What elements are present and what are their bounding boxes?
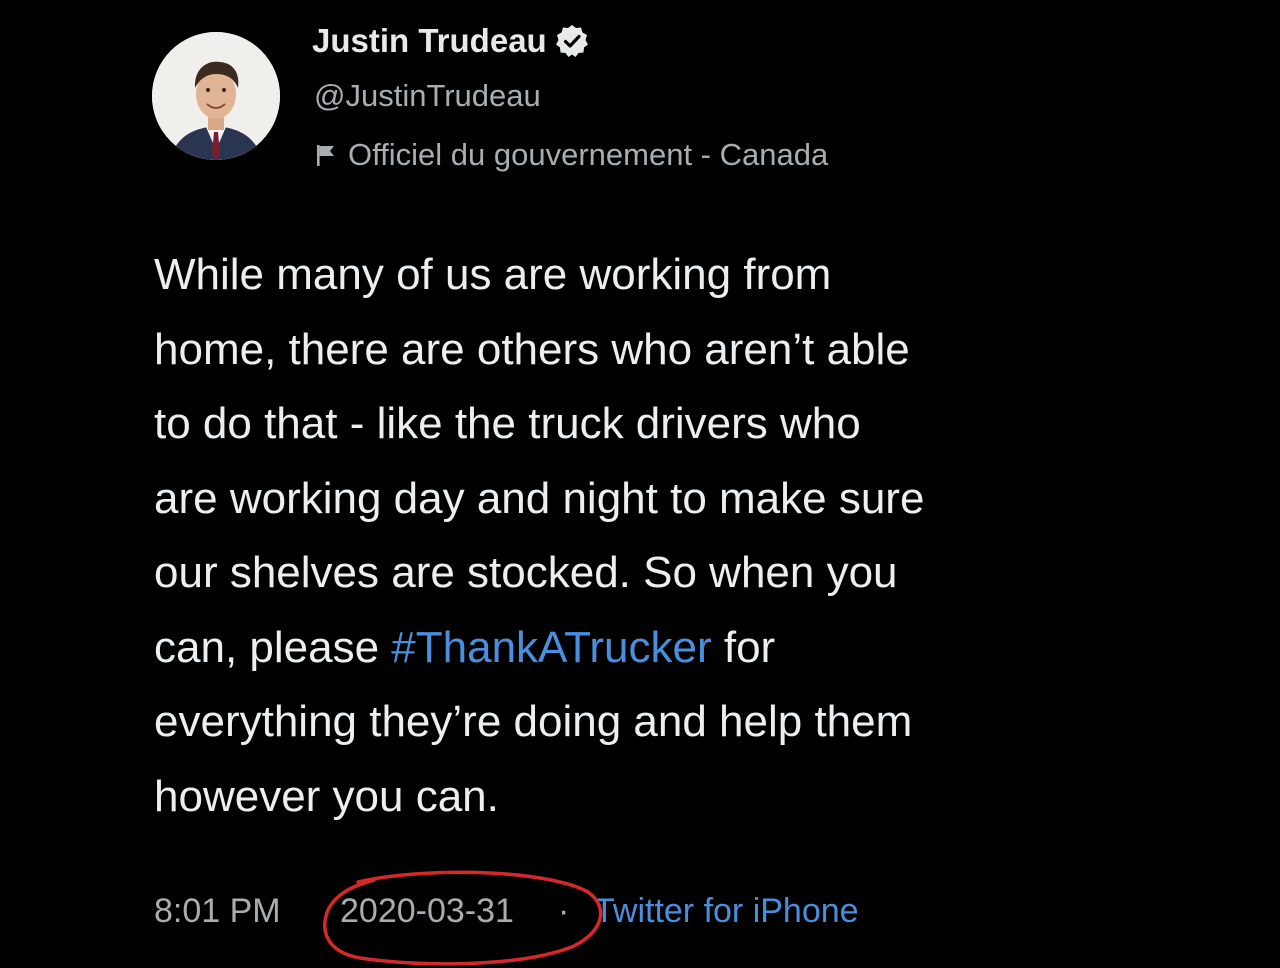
gov-label: Officiel du gouvernement - Canada <box>314 137 828 173</box>
tweet-text-segment: can, please <box>154 622 392 672</box>
tweet-text-segment: for <box>711 622 776 672</box>
display-name-text: Justin Trudeau <box>312 22 547 59</box>
flag-icon <box>317 145 334 166</box>
tweet-line: to do that - like the truck drivers who <box>154 399 861 448</box>
handle[interactable]: @JustinTrudeau <box>314 78 541 114</box>
hashtag-link[interactable]: #ThankATrucker <box>391 623 711 672</box>
tweet-line: our shelves are stocked. So when you <box>154 548 898 597</box>
verified-badge-icon <box>555 25 588 57</box>
tweet-time[interactable]: 8:01 PM <box>154 892 281 931</box>
tweet-text: While many of us are working from home, … <box>154 238 1174 834</box>
avatar[interactable] <box>152 32 280 160</box>
source-link[interactable]: Twitter for iPhone <box>594 892 859 931</box>
tweet-card: Justin Trudeau @JustinTrudeau Officiel d… <box>0 0 1280 966</box>
tweet-line: While many of us are working from <box>154 250 832 299</box>
gov-label-text: Officiel du gouvernement - Canada <box>348 137 829 172</box>
tweet-line: everything they’re doing and help them <box>154 697 913 746</box>
display-name[interactable]: Justin Trudeau <box>312 22 589 60</box>
tweet-line: are working day and night to make sure <box>154 473 925 523</box>
profile-photo <box>152 32 280 160</box>
tweet-line: home, there are others who aren’t able <box>154 324 910 374</box>
annotation-circle <box>323 870 603 966</box>
tweet-line: can, please #ThankATrucker for <box>154 611 1174 686</box>
tweet-line: however you can. <box>154 771 499 821</box>
